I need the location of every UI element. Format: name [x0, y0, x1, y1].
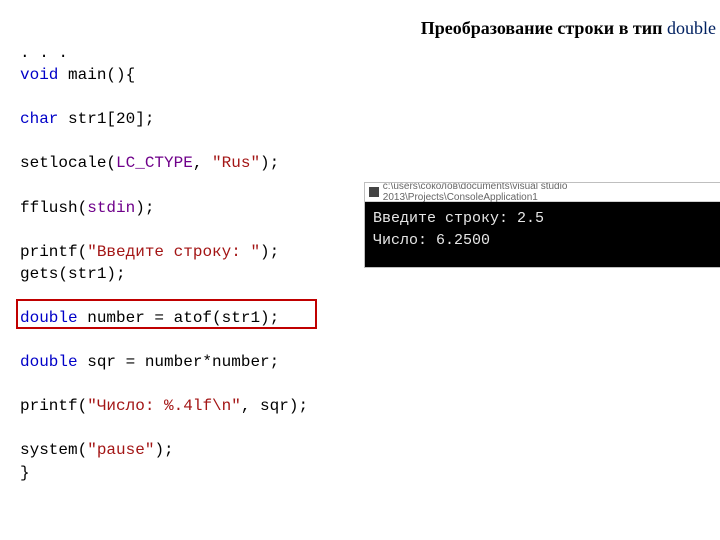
code-const: LC_CTYPE	[116, 154, 193, 172]
console-title-text: c:\users\соколов\documents\visual studio…	[383, 182, 717, 203]
code-str: "Число: %.4lf\n"	[87, 397, 241, 415]
code-kw: char	[20, 110, 58, 128]
code-text: sqr = number*number;	[78, 353, 280, 371]
code-text: );	[154, 441, 173, 459]
code-text: ,	[193, 154, 212, 172]
code-text: fflush(	[20, 199, 87, 217]
console-body: Введите строку: 2.5 Число: 6.2500	[365, 202, 720, 268]
code-text: );	[260, 154, 279, 172]
code-str: "pause"	[87, 441, 154, 459]
code-text: number = atof(str1);	[78, 309, 280, 327]
console-icon	[369, 187, 379, 197]
code-text: system(	[20, 441, 87, 459]
heading-bold: Преобразование строки	[421, 18, 619, 38]
console-window: c:\users\соколов\documents\visual studio…	[364, 182, 720, 268]
code-kw: void	[20, 66, 58, 84]
code-text: );	[135, 199, 154, 217]
heading-mid: в тип	[619, 18, 667, 38]
code-kw: double	[20, 353, 78, 371]
code-text: setlocale(	[20, 154, 116, 172]
console-titlebar: c:\users\соколов\documents\visual studio…	[365, 183, 720, 202]
code-kw: double	[20, 309, 78, 327]
code-line: gets(str1);	[20, 265, 126, 283]
code-text: );	[260, 243, 279, 261]
console-line: Число: 6.2500	[373, 232, 490, 249]
code-const: stdin	[87, 199, 135, 217]
code-text: str1[20];	[58, 110, 154, 128]
code-str: "Rus"	[212, 154, 260, 172]
heading-type: double	[667, 18, 716, 38]
code-line: . . .	[20, 44, 68, 62]
code-block: . . . void main(){ char str1[20]; setloc…	[20, 20, 360, 484]
code-text: printf(	[20, 397, 87, 415]
slide-heading: Преобразование строки в тип double	[421, 18, 716, 39]
code-text: main(){	[58, 66, 135, 84]
code-text: printf(	[20, 243, 87, 261]
code-str: "Введите строку: "	[87, 243, 260, 261]
code-text: , sqr);	[241, 397, 308, 415]
code-line: }	[20, 464, 30, 482]
console-line: Введите строку: 2.5	[373, 210, 544, 227]
